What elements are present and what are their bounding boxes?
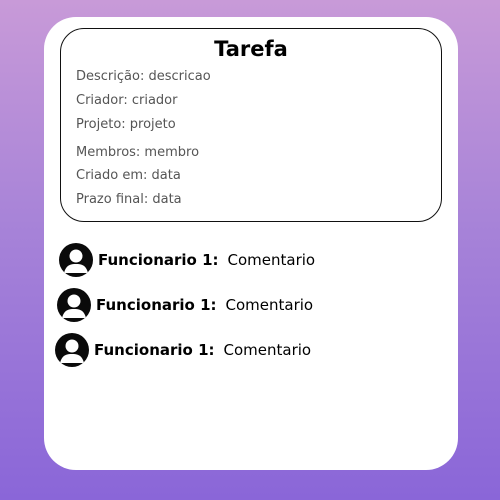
comment-item: Funcionario 1: Comentario (55, 333, 311, 367)
comment-text: Comentario (227, 251, 316, 269)
comment-author: Funcionario 1: (96, 296, 217, 314)
comment-text: Comentario (225, 296, 314, 314)
task-description: Descrição: descricao (76, 69, 211, 84)
task-deadline: Prazo final: data (76, 192, 182, 207)
comment-item: Funcionario 1: Comentario (59, 243, 315, 277)
comment-item: Funcionario 1: Comentario (57, 288, 313, 322)
task-creator: Criador: criador (76, 93, 178, 108)
comment-author: Funcionario 1: (98, 251, 219, 269)
user-avatar-icon (59, 243, 93, 277)
task-project: Projeto: projeto (76, 117, 176, 132)
comment-author: Funcionario 1: (94, 341, 215, 359)
user-avatar-icon (55, 333, 89, 367)
user-avatar-icon (57, 288, 91, 322)
task-members: Membros: membro (76, 145, 200, 160)
task-card: Tarefa Descrição: descricao Criador: cri… (44, 17, 458, 470)
task-created-date: Criado em: data (76, 168, 181, 183)
task-details-panel: Tarefa Descrição: descricao Criador: cri… (60, 28, 442, 222)
comment-text: Comentario (223, 341, 312, 359)
task-title: Tarefa (214, 37, 288, 61)
